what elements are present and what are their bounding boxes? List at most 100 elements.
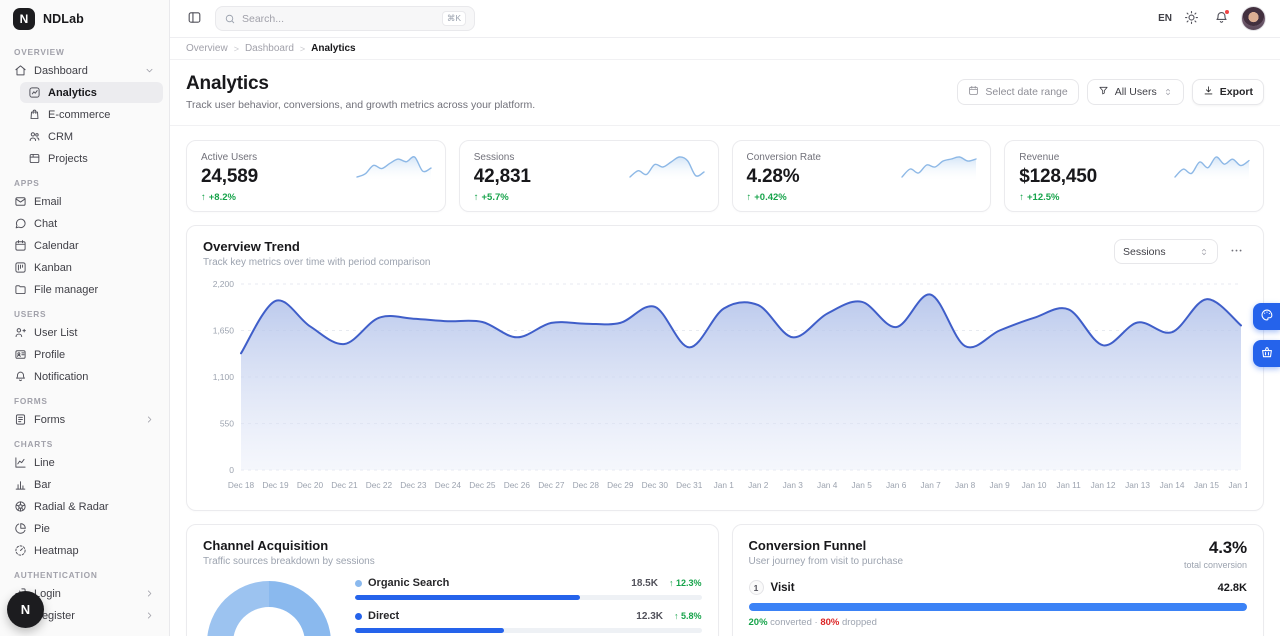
export-button[interactable]: Export	[1192, 79, 1264, 105]
svg-text:Jan 13: Jan 13	[1125, 480, 1150, 490]
main-column: ⌘K EN Overview > Dashboard > Analytics A…	[170, 0, 1280, 636]
step-bar	[749, 603, 1248, 611]
svg-text:1,650: 1,650	[213, 326, 235, 336]
sidebar-section-charts: CHARTS	[14, 439, 155, 449]
breadcrumb-current: Analytics	[311, 43, 355, 54]
brand[interactable]: N NDLab	[0, 0, 169, 38]
funnel-title: Conversion Funnel	[749, 538, 904, 553]
header-actions: Select date range All Users Export	[957, 79, 1264, 105]
channel-bar-track	[355, 628, 702, 633]
cart-fab[interactable]	[1253, 340, 1280, 367]
sidebar-item-line[interactable]: Line	[6, 452, 163, 473]
stat-sparkline	[628, 153, 706, 183]
bottom-grid: Channel Acquisition Traffic sources brea…	[186, 524, 1264, 636]
calendar-icon	[14, 239, 27, 252]
svg-text:Jan 8: Jan 8	[955, 480, 976, 490]
language-button[interactable]: EN	[1158, 13, 1172, 24]
sidebar-item-label: Bar	[34, 479, 51, 491]
breadcrumb-overview[interactable]: Overview	[186, 43, 228, 54]
brand-name: NDLab	[43, 12, 84, 26]
chevron-right-icon	[144, 610, 155, 621]
sidebar-item-chat[interactable]: Chat	[6, 213, 163, 234]
notifications-button[interactable]	[1211, 7, 1232, 31]
metric-select[interactable]: Sessions	[1114, 239, 1218, 264]
sidebar-nav: OVERVIEWDashboardAnalyticsE-commerceCRMP…	[0, 47, 169, 626]
channel-acquisition-card: Channel Acquisition Traffic sources brea…	[186, 524, 719, 636]
channel-list: Organic Search18.5K↑ 12.3% Direct12.3K↑ 5…	[337, 577, 702, 636]
svg-text:Dec 31: Dec 31	[676, 480, 703, 490]
sidebar-item-pie[interactable]: Pie	[6, 518, 163, 539]
sun-icon	[1184, 10, 1199, 28]
line-chart-icon	[14, 456, 27, 469]
customizer-fab[interactable]	[1253, 303, 1280, 330]
sidebar-item-crm[interactable]: CRM	[20, 126, 163, 147]
sidebar-item-heatmap[interactable]: Heatmap	[6, 540, 163, 561]
sidebar-item-user-list[interactable]: User List	[6, 322, 163, 343]
sidebar-item-label: Notification	[34, 371, 88, 383]
user-filter-label: All Users	[1115, 86, 1157, 98]
stat-card-conversion-rate: Conversion Rate4.28%↑+0.42%	[732, 140, 992, 212]
sidebar-toggle-button[interactable]	[184, 7, 205, 31]
users-icon	[28, 130, 41, 143]
channel-value: 12.3K	[636, 611, 663, 622]
svg-text:Jan 16: Jan 16	[1229, 480, 1247, 490]
theme-toggle-button[interactable]	[1181, 7, 1202, 31]
notification-badge	[1224, 9, 1230, 15]
channel-name: Organic Search	[368, 577, 449, 589]
topbar: ⌘K EN	[170, 0, 1280, 38]
overview-trend-chart: 05501,1001,6502,200Dec 18Dec 19Dec 20Dec…	[203, 274, 1247, 504]
sidebar-item-file-manager[interactable]: File manager	[6, 279, 163, 300]
step-note: 20% converted · 80% dropped	[749, 617, 1248, 628]
user-filter-button[interactable]: All Users	[1087, 79, 1184, 105]
arrow-up-icon: ↑	[474, 192, 479, 203]
stat-sparkline	[900, 153, 978, 183]
overview-trend-card: Overview Trend Track key metrics over ti…	[186, 225, 1264, 511]
sidebar-item-dashboard[interactable]: Dashboard	[6, 60, 163, 81]
sidebar-item-projects[interactable]: Projects	[20, 148, 163, 169]
date-range-button[interactable]: Select date range	[957, 79, 1078, 105]
series-color-dot	[355, 580, 362, 587]
sidebar-item-kanban[interactable]: Kanban	[6, 257, 163, 278]
home-icon	[14, 64, 27, 77]
bar-chart-icon	[14, 478, 27, 491]
search-box[interactable]: ⌘K	[215, 6, 475, 31]
breadcrumb-separator: >	[300, 44, 305, 54]
chevrons-up-down-icon	[1163, 87, 1173, 97]
arrow-up-icon: ↑	[747, 192, 752, 203]
sidebar-item-e-commerce[interactable]: E-commerce	[20, 104, 163, 125]
brand-logo: N	[13, 8, 35, 30]
sidebar-item-analytics[interactable]: Analytics	[20, 82, 163, 103]
sidebar-item-bar[interactable]: Bar	[6, 474, 163, 495]
assistant-fab[interactable]: N	[7, 591, 44, 628]
id-card-icon	[14, 348, 27, 361]
sidebar-item-notification[interactable]: Notification	[6, 366, 163, 387]
svg-text:Dec 18: Dec 18	[228, 480, 255, 490]
stats-grid: Active Users24,589↑+8.2%Sessions42,831↑+…	[186, 140, 1264, 212]
svg-text:550: 550	[220, 419, 234, 429]
heatmap-icon	[14, 544, 27, 557]
svg-text:Dec 25: Dec 25	[469, 480, 496, 490]
sidebar-item-radial-radar[interactable]: Radial & Radar	[6, 496, 163, 517]
sidebar-item-forms[interactable]: Forms	[6, 409, 163, 430]
breadcrumb-dashboard[interactable]: Dashboard	[245, 43, 294, 54]
sidebar-item-profile[interactable]: Profile	[6, 344, 163, 365]
user-avatar[interactable]	[1241, 6, 1266, 31]
channel-row-organic-search: Organic Search18.5K↑ 12.3%	[355, 577, 702, 600]
channel-title: Channel Acquisition	[203, 538, 375, 553]
svg-text:Jan 10: Jan 10	[1022, 480, 1047, 490]
mail-icon	[14, 195, 27, 208]
sidebar-item-label: Email	[34, 196, 62, 208]
palette-icon	[1260, 308, 1274, 325]
svg-text:0: 0	[229, 465, 234, 475]
channel-row-direct: Direct12.3K↑ 5.8%	[355, 610, 702, 633]
metric-select-value: Sessions	[1123, 246, 1166, 258]
channel-bar-track	[355, 595, 702, 600]
app-root: N NDLab OVERVIEWDashboardAnalyticsE-comm…	[0, 0, 1280, 636]
svg-text:Jan 4: Jan 4	[817, 480, 838, 490]
sidebar-item-calendar[interactable]: Calendar	[6, 235, 163, 256]
search-input[interactable]	[242, 13, 436, 25]
more-options-button[interactable]	[1226, 240, 1247, 264]
topbar-right: EN	[1158, 6, 1266, 31]
sidebar-item-email[interactable]: Email	[6, 191, 163, 212]
funnel-steps: 1Visit42.8K20% converted · 80% dropped	[749, 580, 1248, 628]
